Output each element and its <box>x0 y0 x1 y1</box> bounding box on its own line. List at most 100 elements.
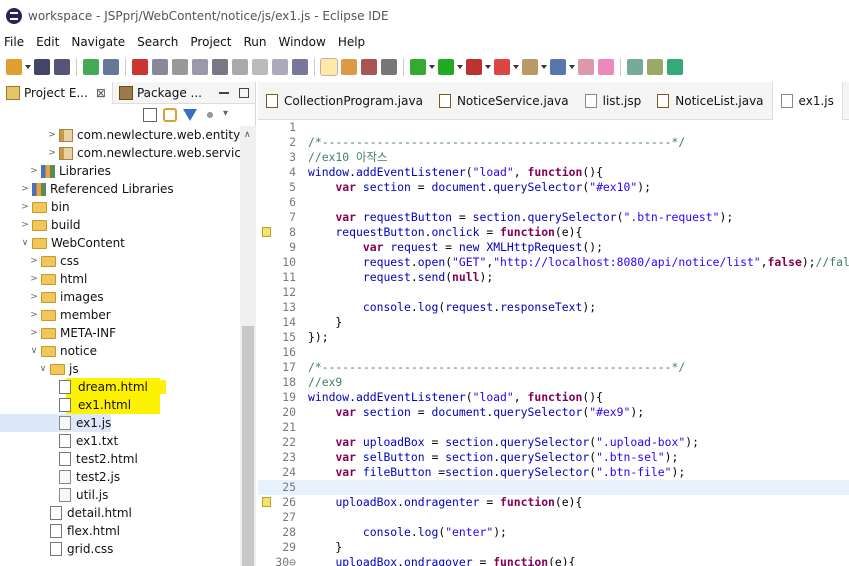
scrollbar-thumb[interactable] <box>242 326 254 566</box>
editor-tab[interactable]: NoticeService.java <box>431 82 577 120</box>
editor-tab[interactable]: list.jsp <box>577 82 650 120</box>
tree-item[interactable]: ∨ notice <box>0 342 97 360</box>
tree-item[interactable]: ex1.txt <box>0 432 118 450</box>
expand-toggle-icon[interactable]: > <box>20 220 30 230</box>
pilcrow-icon[interactable] <box>381 59 397 75</box>
expand-toggle-icon[interactable]: ∨ <box>38 364 48 374</box>
editor-tab[interactable]: NoticeList.java <box>649 82 771 120</box>
editor-tab[interactable]: ex1.js <box>771 81 843 120</box>
chevron-down-icon[interactable] <box>569 65 575 69</box>
run-icon[interactable] <box>438 59 454 75</box>
expand-toggle-icon[interactable]: > <box>47 148 57 158</box>
annotation-icon[interactable] <box>361 59 377 75</box>
expand-toggle-icon[interactable]: > <box>20 202 30 212</box>
chevron-down-icon[interactable] <box>429 65 435 69</box>
maximize-icon[interactable] <box>239 87 249 98</box>
expand-toggle-icon[interactable]: > <box>29 310 39 320</box>
suspend-icon[interactable] <box>172 59 188 75</box>
tree-item[interactable]: ex1.js <box>0 414 112 432</box>
menu-window[interactable]: Window <box>272 35 331 49</box>
globe-icon[interactable] <box>647 59 663 75</box>
editor-tab[interactable]: CollectionProgram.java <box>258 82 431 120</box>
resume-icon[interactable] <box>152 59 168 75</box>
back-icon[interactable] <box>667 59 683 75</box>
save-all-icon[interactable] <box>54 59 70 75</box>
tree-item[interactable]: ∨ WebContent <box>0 234 125 252</box>
expand-toggle-icon[interactable]: ∨ <box>20 238 30 248</box>
tree-item[interactable]: detail.html <box>0 504 132 522</box>
tree-item[interactable]: > bin <box>0 198 69 216</box>
debug-icon[interactable] <box>103 59 119 75</box>
tree-item[interactable]: > html <box>0 270 87 288</box>
tree-item[interactable]: > css <box>0 252 79 270</box>
chevron-down-icon[interactable] <box>25 65 31 69</box>
tree-item[interactable]: test2.html <box>0 450 138 468</box>
expand-toggle-icon[interactable]: > <box>20 184 30 194</box>
chevron-down-icon[interactable]: ▾ <box>223 108 237 122</box>
tree-item[interactable]: dream.html <box>0 378 166 396</box>
new-java-icon[interactable] <box>522 59 538 75</box>
tree-item[interactable]: > Libraries <box>0 162 111 180</box>
expand-toggle-icon[interactable]: ∨ <box>29 346 39 356</box>
open-task-icon[interactable] <box>578 59 594 75</box>
new-class-icon[interactable] <box>550 59 566 75</box>
view-menu-icon[interactable] <box>203 108 217 122</box>
chevron-down-icon[interactable] <box>541 65 547 69</box>
menu-edit[interactable]: Edit <box>30 35 65 49</box>
chevron-down-icon[interactable] <box>485 65 491 69</box>
close-icon[interactable]: ⊠ <box>96 86 106 100</box>
tab-project-explorer[interactable]: Project E... ⊠ <box>0 81 113 104</box>
filter-icon[interactable] <box>183 109 197 121</box>
collapse-all-icon[interactable] <box>143 108 157 122</box>
menu-search[interactable]: Search <box>131 35 184 49</box>
tree-item[interactable]: > build <box>0 216 80 234</box>
expand-toggle-icon[interactable]: > <box>29 166 39 176</box>
use-step-filters-icon[interactable] <box>292 59 308 75</box>
debug-run-icon[interactable] <box>410 59 426 75</box>
new-icon[interactable] <box>6 59 22 75</box>
link-with-editor-icon[interactable] <box>163 108 177 122</box>
menu-navigate[interactable]: Navigate <box>65 35 131 49</box>
tree-item[interactable]: > META-INF <box>0 324 116 342</box>
chevron-down-icon[interactable] <box>513 65 519 69</box>
step-into-icon[interactable] <box>232 59 248 75</box>
coverage-icon[interactable] <box>494 59 510 75</box>
tree-item[interactable]: ∨ js <box>0 360 79 378</box>
step-return-icon[interactable] <box>252 59 268 75</box>
terminate-icon[interactable] <box>192 59 208 75</box>
menu-help[interactable]: Help <box>332 35 371 49</box>
expand-toggle-icon[interactable]: > <box>29 274 39 284</box>
tab-package-explorer[interactable]: Package ... <box>113 82 208 104</box>
tree-item[interactable]: > com.newlecture.web.entity <box>0 126 240 144</box>
expand-toggle-icon[interactable]: > <box>47 130 57 140</box>
menu-project[interactable]: Project <box>184 35 237 49</box>
expand-toggle-icon[interactable]: > <box>29 292 39 302</box>
run-external-icon[interactable] <box>466 59 482 75</box>
minimize-icon[interactable] <box>219 91 229 94</box>
search-icon[interactable] <box>598 59 614 75</box>
expand-toggle-icon[interactable]: > <box>29 256 39 266</box>
tree-item[interactable]: > com.newlecture.web.service <box>0 144 240 162</box>
tree-item[interactable]: ex1.html <box>0 396 160 414</box>
menu-run[interactable]: Run <box>237 35 272 49</box>
console-icon[interactable] <box>83 59 99 75</box>
tree-item[interactable]: test2.js <box>0 468 120 486</box>
tree-scrollbar[interactable]: ∧ <box>240 126 256 566</box>
tree-item[interactable]: > Referenced Libraries <box>0 180 173 198</box>
code-editor[interactable]: 1 2 /*------------------------------------… <box>258 120 849 566</box>
toggle-breakpoint-icon[interactable] <box>627 59 643 75</box>
toggle-mark-icon[interactable] <box>320 58 338 76</box>
open-type-icon[interactable] <box>341 59 357 75</box>
expand-toggle-icon[interactable]: > <box>29 328 39 338</box>
tree-item[interactable]: grid.css <box>0 540 113 558</box>
scroll-up-icon[interactable]: ∧ <box>244 130 251 140</box>
tree-item[interactable]: > member <box>0 306 110 324</box>
tree-item[interactable]: util.js <box>0 486 108 504</box>
disconnect-icon[interactable] <box>212 59 228 75</box>
drop-frame-icon[interactable] <box>272 59 288 75</box>
step-over-icon[interactable] <box>132 59 148 75</box>
save-icon[interactable] <box>34 59 50 75</box>
tree-item[interactable]: > images <box>0 288 103 306</box>
tree-item[interactable]: flex.html <box>0 522 120 540</box>
menu-file[interactable]: File <box>0 35 30 49</box>
